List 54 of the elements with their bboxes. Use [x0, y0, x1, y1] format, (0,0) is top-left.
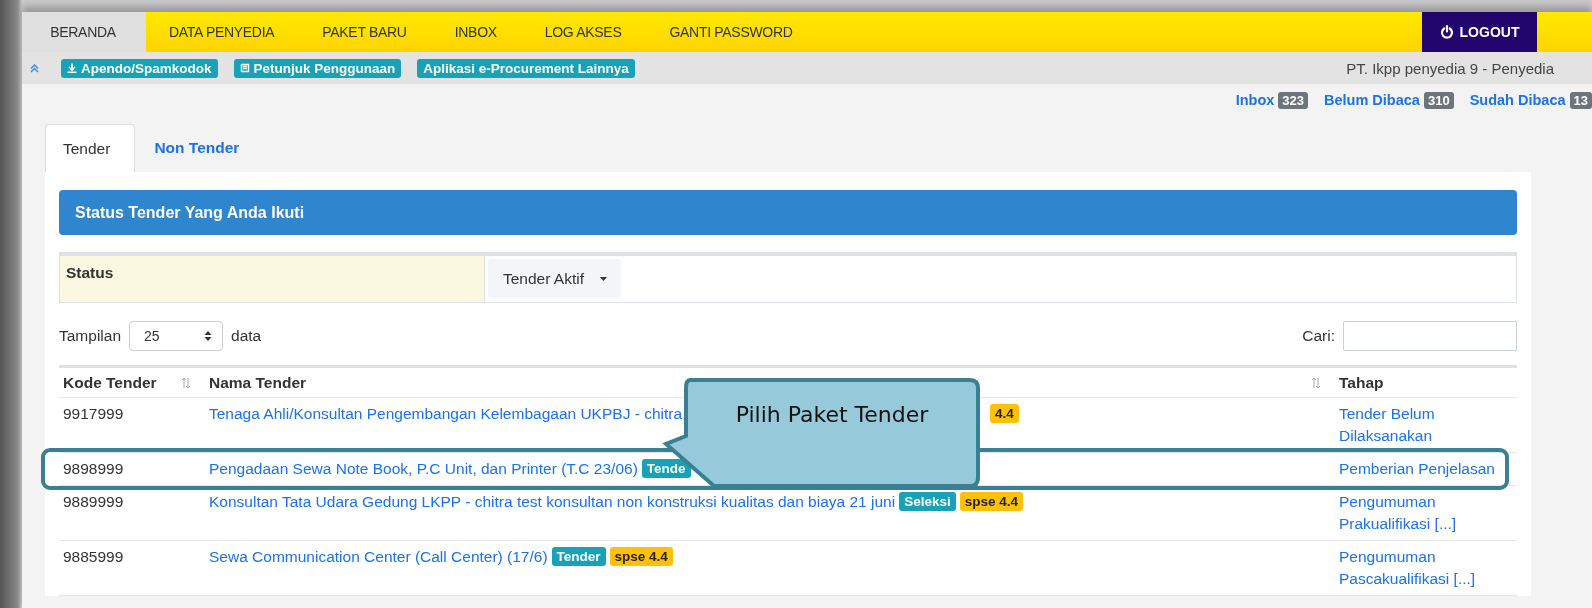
count-badge: 310 — [1423, 91, 1454, 109]
nav-item[interactable]: DATA PENYEDIA — [146, 12, 300, 52]
nav-item[interactable]: PAKET BARU — [299, 12, 432, 52]
nav-item[interactable]: BERANDA — [22, 12, 146, 52]
page-size-select[interactable]: 25 — [129, 321, 224, 351]
panel-title: Status Tender Yang Anda Ikuti — [59, 190, 1517, 235]
filter-label: Status — [60, 256, 485, 302]
tag-label: Seleksi — [899, 492, 956, 511]
table-cell-text: 9889999 — [62, 492, 125, 512]
user-label: PT. Ikpp penyedia 9 - Penyedia — [1346, 59, 1554, 77]
tab[interactable]: Tender — [45, 124, 136, 172]
search-label: Cari: — [1302, 327, 1335, 345]
column-header[interactable]: Kode Tender — [63, 374, 157, 392]
download-icon — [67, 63, 77, 73]
tender-link[interactable]: Konsultan Tata Udara Gedung LKPP - chitra test konsultan non konstruksi kualitas dan biaya 21 juni — [209, 491, 896, 513]
tag-label: spse 4.4 — [609, 547, 673, 566]
column-header[interactable]: Tahap — [1339, 374, 1384, 392]
message-link[interactable]: Belum Dibaca — [1324, 92, 1420, 108]
table-cell-text: 9917999 — [62, 404, 125, 424]
status-dropdown[interactable]: Tender Aktif — [488, 259, 621, 298]
count-badge: 323 — [1278, 91, 1309, 109]
length-label: data — [231, 327, 262, 345]
tender-link[interactable]: Pengadaan Sewa Note Book, P.C Unit, dan Printer (T.C 23/06) — [209, 458, 638, 480]
spinner-icon — [204, 330, 213, 342]
nav-item[interactable]: LOG AKSES — [521, 12, 647, 52]
tag-label: Tende — [641, 459, 691, 478]
column-header[interactable]: Nama Tender — [209, 374, 307, 392]
stage-link[interactable]: Pengumuman Prakualifikasi [...] — [1339, 491, 1515, 535]
stage-link[interactable]: Pemberian Penjelasan — [1339, 458, 1515, 480]
book-icon — [239, 63, 250, 73]
stage-link[interactable]: Pengumuman Pascakualifikasi [...] — [1339, 546, 1515, 590]
stage-link[interactable]: Tender Belum Dilaksanakan — [1339, 403, 1515, 447]
toolbar-button[interactable]: Aplikasi e-Procurement Lainnya — [417, 58, 635, 78]
table-cell-text: 9898999 — [62, 459, 125, 479]
table-cell-text: 9885999 — [62, 547, 125, 567]
message-link[interactable]: Inbox — [1235, 92, 1275, 108]
tender-link[interactable]: Sewa Communication Center (Call Center) (17/6) — [209, 546, 548, 568]
length-label: Tampilan — [59, 327, 122, 345]
tab[interactable]: Non Tender — [135, 124, 260, 172]
chevron-up-icon — [30, 63, 39, 73]
tag-label: Tender — [551, 547, 606, 566]
logout-button[interactable]: LOGOUT — [1422, 12, 1537, 52]
search-field[interactable] — [1343, 321, 1517, 351]
tag-label: 4.4 — [990, 404, 1019, 423]
message-link[interactable]: Sudah Dibaca — [1469, 92, 1566, 108]
count-badge: 13 — [1569, 91, 1592, 109]
nav-item[interactable]: INBOX — [431, 12, 522, 52]
tender-link[interactable]: Tenaga Ahli/Konsultan Pengembangan Kelembagaan UKPBJ - chitra — [209, 403, 683, 425]
toolbar-button[interactable]: Petunjuk Penggunaan — [233, 58, 402, 78]
tag-label: spse 4.4 — [959, 492, 1023, 511]
toolbar-button[interactable]: Apendo/Spamkodok — [61, 58, 218, 78]
caret-icon — [600, 276, 607, 281]
nav-item[interactable]: GANTI PASSWORD — [646, 12, 818, 52]
power-icon — [1439, 25, 1454, 39]
